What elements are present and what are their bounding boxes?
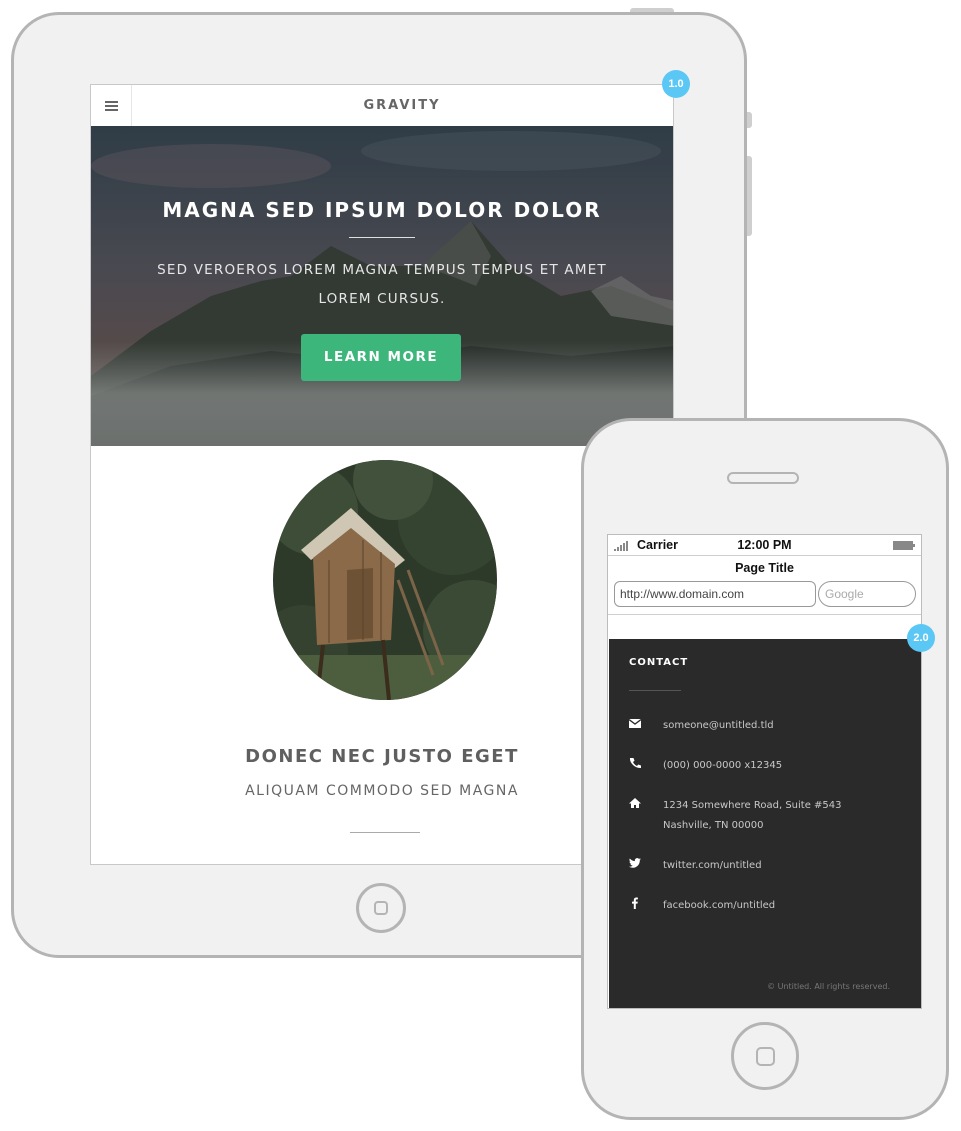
phone-version-badge: 2.0 [907, 624, 935, 652]
phone-icon [629, 758, 641, 769]
home-square-icon [756, 1047, 775, 1066]
contact-facebook-text[interactable]: facebook.com/untitled [663, 896, 775, 916]
cabin-image [273, 460, 497, 700]
browser-page-title: Page Title [735, 561, 794, 575]
contact-email-text[interactable]: someone@untitled.tld [663, 716, 774, 736]
search-field[interactable]: Google [818, 581, 916, 607]
contact-phone-text[interactable]: (000) 000-0000 x12345 [663, 756, 782, 776]
facebook-icon [632, 897, 638, 909]
contact-address-line2: Nashville, TN 00000 [663, 820, 764, 831]
envelope-icon [629, 718, 641, 728]
contact-twitter-text[interactable]: twitter.com/untitled [663, 856, 762, 876]
browser-divider [608, 614, 921, 615]
copyright-text: © Untitled. All rights reserved. [767, 982, 890, 991]
phone-speaker [727, 472, 799, 484]
url-field[interactable]: http://www.domain.com [614, 581, 816, 607]
hero-divider [349, 237, 415, 238]
hero-title: MAGNA SED IPSUM DOLOR DOLOR [162, 198, 602, 222]
feature-divider [350, 832, 420, 833]
menu-button[interactable] [91, 85, 132, 126]
top-nav: GRAVITY [91, 85, 673, 127]
contact-heading: CONTACT [629, 657, 689, 668]
home-square-icon [374, 901, 388, 915]
home-icon [629, 798, 641, 808]
hero-banner: MAGNA SED IPSUM DOLOR DOLOR SED VEROEROS… [91, 126, 673, 446]
twitter-icon [629, 858, 641, 868]
status-bar: Carrier 12:00 PM [608, 535, 921, 556]
hamburger-icon [104, 100, 118, 111]
tablet-version-badge: 1.0 [662, 70, 690, 98]
phone-home-button[interactable] [731, 1022, 799, 1090]
status-time: 12:00 PM [737, 538, 792, 552]
brand-title[interactable]: GRAVITY [131, 85, 673, 126]
hero-subtitle: SED VEROEROS LOREM MAGNA TEMPUS TEMPUS E… [157, 262, 607, 307]
contact-address-line1: 1234 Somewhere Road, Suite #543 [663, 800, 842, 811]
contact-section: CONTACT someone@untitled.tld (000) 000-0… [609, 639, 921, 1008]
battery-icon [893, 541, 915, 550]
tablet-home-button[interactable] [356, 883, 406, 933]
learn-more-button[interactable]: LEARN MORE [301, 334, 461, 381]
phone-screen: Carrier 12:00 PM Page Title http://www.d… [607, 534, 922, 1009]
contact-divider [629, 690, 681, 691]
